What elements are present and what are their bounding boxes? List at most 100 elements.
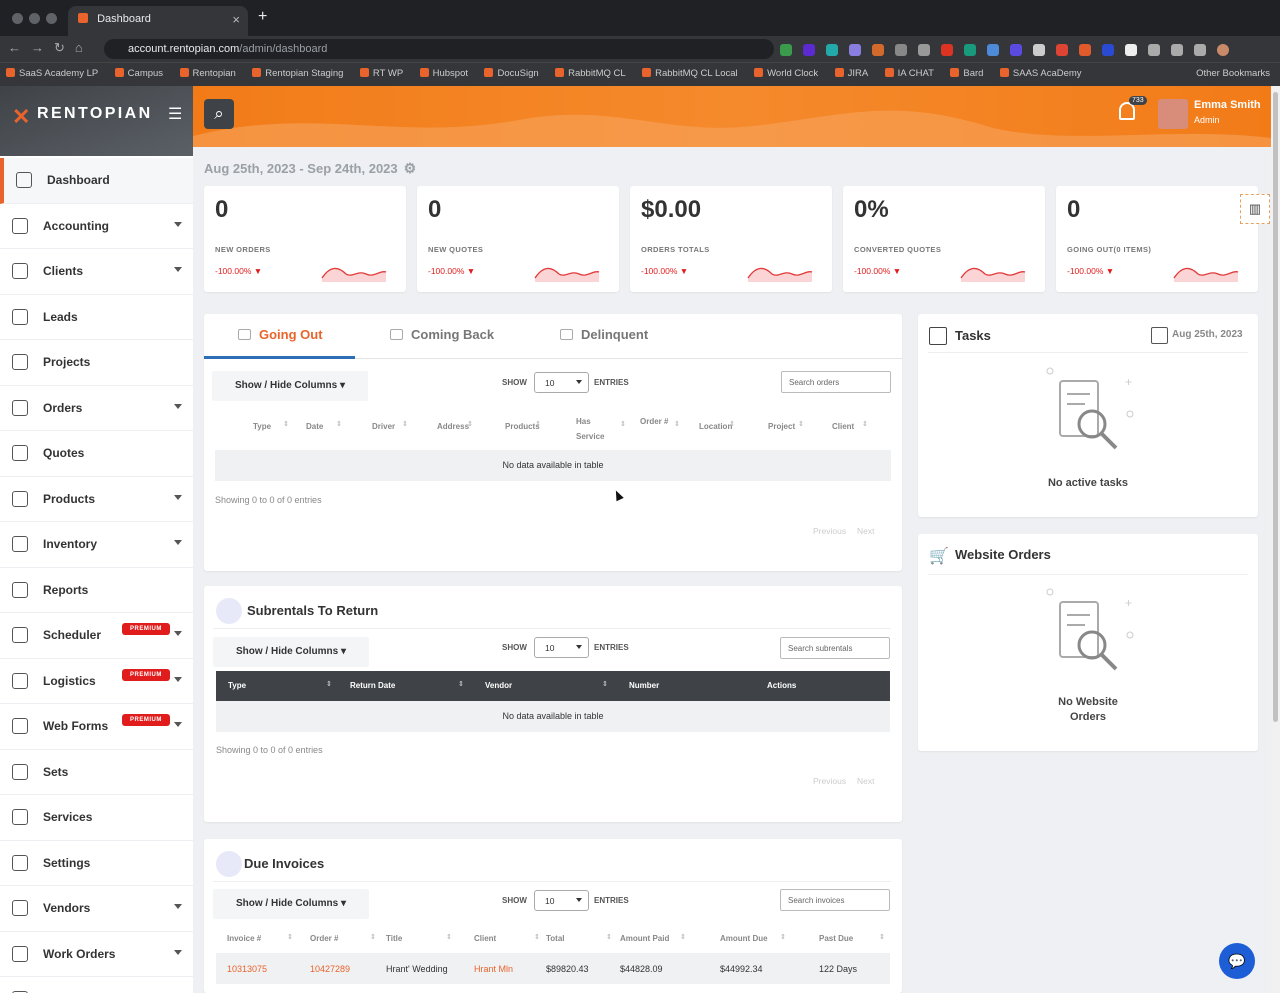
column-header[interactable]: Total bbox=[546, 934, 565, 943]
page-size-select[interactable]: 10 bbox=[534, 890, 589, 911]
close-tab-icon[interactable]: × bbox=[232, 12, 240, 27]
sidebar-item-orders[interactable]: Orders bbox=[0, 386, 193, 431]
orders-next-button[interactable]: Next bbox=[857, 526, 874, 536]
column-header[interactable]: Has Service bbox=[576, 414, 616, 444]
chevron-down-icon[interactable] bbox=[174, 722, 182, 727]
avatar[interactable] bbox=[1158, 99, 1188, 129]
invoice-cell-client[interactable]: Hrant Mln bbox=[474, 964, 513, 974]
sort-icon[interactable]: ⇕ bbox=[326, 680, 332, 688]
invoice-cell-invoice[interactable]: 10313075 bbox=[227, 964, 267, 974]
column-header[interactable]: Type bbox=[228, 681, 246, 690]
url-field[interactable]: account.rentopian.com/admin/dashboard bbox=[104, 39, 774, 59]
sidebar-item-leads[interactable]: Leads bbox=[0, 295, 193, 340]
sidebar-item-quotes[interactable]: Quotes bbox=[0, 431, 193, 477]
search-icon[interactable]: ⌕ bbox=[204, 99, 234, 129]
sort-icon[interactable]: ⇕ bbox=[467, 420, 473, 428]
sort-icon[interactable]: ⇕ bbox=[606, 933, 612, 941]
sidebar-item-web-forms[interactable]: Web Forms PREMIUM bbox=[0, 704, 193, 750]
sort-icon[interactable]: ⇕ bbox=[620, 420, 626, 428]
page-size-select[interactable]: 10 bbox=[534, 372, 589, 393]
sort-icon[interactable]: ⇕ bbox=[780, 933, 786, 941]
sort-icon[interactable]: ⇕ bbox=[370, 933, 376, 941]
calendar-icon[interactable] bbox=[1151, 327, 1168, 344]
sort-icon[interactable]: ⇕ bbox=[674, 420, 680, 428]
bookmark-item[interactable]: RabbitMQ CL bbox=[549, 63, 632, 79]
user-name[interactable]: Emma Smith bbox=[1194, 99, 1261, 111]
column-header[interactable]: Location bbox=[699, 422, 732, 431]
sidebar-item-drivers[interactable]: Drivers bbox=[0, 977, 193, 993]
sidebar-item-products[interactable]: Products bbox=[0, 477, 193, 522]
other-bookmarks[interactable]: Other Bookmarks bbox=[1196, 68, 1270, 79]
chevron-down-icon[interactable] bbox=[174, 676, 182, 682]
sidebar-item-inventory[interactable]: Inventory bbox=[0, 522, 193, 568]
tab-coming-back[interactable]: Coming Back bbox=[390, 327, 494, 342]
sort-icon[interactable]: ⇕ bbox=[798, 420, 804, 428]
column-header[interactable]: Number bbox=[629, 681, 659, 690]
column-header[interactable]: Invoice # bbox=[227, 934, 261, 943]
search-invoices-input[interactable]: Search invoices bbox=[780, 889, 890, 911]
sort-icon[interactable]: ⇕ bbox=[879, 933, 885, 941]
sort-icon[interactable]: ⇕ bbox=[283, 420, 289, 428]
chevron-down-icon[interactable] bbox=[174, 221, 182, 227]
column-header[interactable]: Type bbox=[253, 422, 271, 431]
bookmark-item[interactable]: Rentopian bbox=[174, 63, 242, 79]
column-header[interactable]: Actions bbox=[767, 681, 796, 690]
tasks-date[interactable]: Aug 25th, 2023 bbox=[1172, 329, 1243, 340]
sidebar-item-reports[interactable]: Reports bbox=[0, 568, 193, 613]
column-header[interactable]: Project bbox=[768, 422, 795, 431]
chat-icon[interactable]: 💬 bbox=[1219, 943, 1255, 979]
gear-icon[interactable]: ⚙ bbox=[404, 160, 417, 176]
column-header[interactable]: Order # bbox=[310, 934, 338, 943]
window-controls[interactable] bbox=[12, 11, 63, 29]
sidebar-item-vendors[interactable]: Vendors bbox=[0, 886, 193, 932]
column-header[interactable]: Past Due bbox=[819, 934, 853, 943]
barcode-scanner-icon[interactable]: ▥ bbox=[1240, 194, 1270, 224]
sidebar-item-work-orders[interactable]: Work Orders bbox=[0, 932, 193, 977]
chevron-down-icon[interactable] bbox=[174, 540, 182, 545]
bookmark-item[interactable]: JIRA bbox=[829, 63, 875, 79]
chevron-down-icon[interactable] bbox=[174, 949, 182, 955]
show-hide-columns-button[interactable]: Show / Hide Columns ▾ bbox=[213, 637, 369, 667]
chevron-down-icon[interactable] bbox=[174, 904, 182, 909]
page-size-select[interactable]: 10 bbox=[534, 637, 589, 658]
column-header[interactable]: Amount Paid bbox=[620, 934, 669, 943]
sort-icon[interactable]: ⇕ bbox=[862, 420, 868, 428]
sort-icon[interactable]: ⇕ bbox=[287, 933, 293, 941]
sort-icon[interactable]: ⇕ bbox=[602, 680, 608, 688]
chevron-down-icon[interactable] bbox=[174, 631, 182, 636]
chevron-down-icon[interactable] bbox=[174, 494, 182, 500]
sort-icon[interactable]: ⇕ bbox=[534, 933, 540, 941]
sidebar-item-services[interactable]: Services bbox=[0, 795, 193, 841]
sort-icon[interactable]: ⇕ bbox=[729, 420, 735, 428]
subrentals-next-button[interactable]: Next bbox=[857, 776, 874, 786]
sort-icon[interactable]: ⇕ bbox=[458, 680, 464, 688]
scrollbar-thumb[interactable] bbox=[1273, 92, 1278, 722]
browser-nav-buttons[interactable]: ←→↻⌂ bbox=[8, 40, 93, 56]
tab-going-out[interactable]: Going Out bbox=[238, 327, 323, 342]
show-hide-columns-button[interactable]: Show / Hide Columns ▾ bbox=[212, 371, 368, 401]
new-tab-icon[interactable]: + bbox=[258, 8, 267, 26]
chevron-down-icon[interactable] bbox=[174, 403, 182, 409]
bookmark-item[interactable]: IA CHAT bbox=[879, 63, 940, 79]
sidebar-item-projects[interactable]: Projects bbox=[0, 340, 193, 386]
sidebar-item-clients[interactable]: Clients bbox=[0, 249, 193, 295]
bookmark-item[interactable]: SAAS AcaDemy bbox=[994, 63, 1088, 79]
chevron-down-icon[interactable] bbox=[174, 267, 182, 272]
column-header[interactable]: Date bbox=[306, 422, 323, 431]
bookmark-item[interactable]: Hubspot bbox=[414, 63, 474, 79]
sidebar-item-settings[interactable]: Settings bbox=[0, 841, 193, 886]
sidebar-item-dashboard[interactable]: Dashboard bbox=[0, 158, 193, 204]
sort-icon[interactable]: ⇕ bbox=[446, 933, 452, 941]
column-header[interactable]: Vendor bbox=[485, 681, 512, 690]
bookmark-item[interactable]: DocuSign bbox=[478, 63, 544, 79]
sidebar-item-sets[interactable]: Sets bbox=[0, 750, 193, 795]
column-header[interactable]: Client bbox=[832, 422, 854, 431]
sidebar-item-logistics[interactable]: Logistics PREMIUM bbox=[0, 659, 193, 704]
subrentals-prev-button[interactable]: Previous bbox=[813, 776, 846, 786]
bookmark-item[interactable]: Campus bbox=[109, 63, 169, 79]
bookmark-item[interactable]: Bard bbox=[944, 63, 989, 79]
orders-prev-button[interactable]: Previous bbox=[813, 526, 846, 536]
search-orders-input[interactable]: Search orders bbox=[781, 371, 891, 393]
sort-icon[interactable]: ⇕ bbox=[535, 420, 541, 428]
bookmark-item[interactable]: RabbitMQ CL Local bbox=[636, 63, 744, 79]
